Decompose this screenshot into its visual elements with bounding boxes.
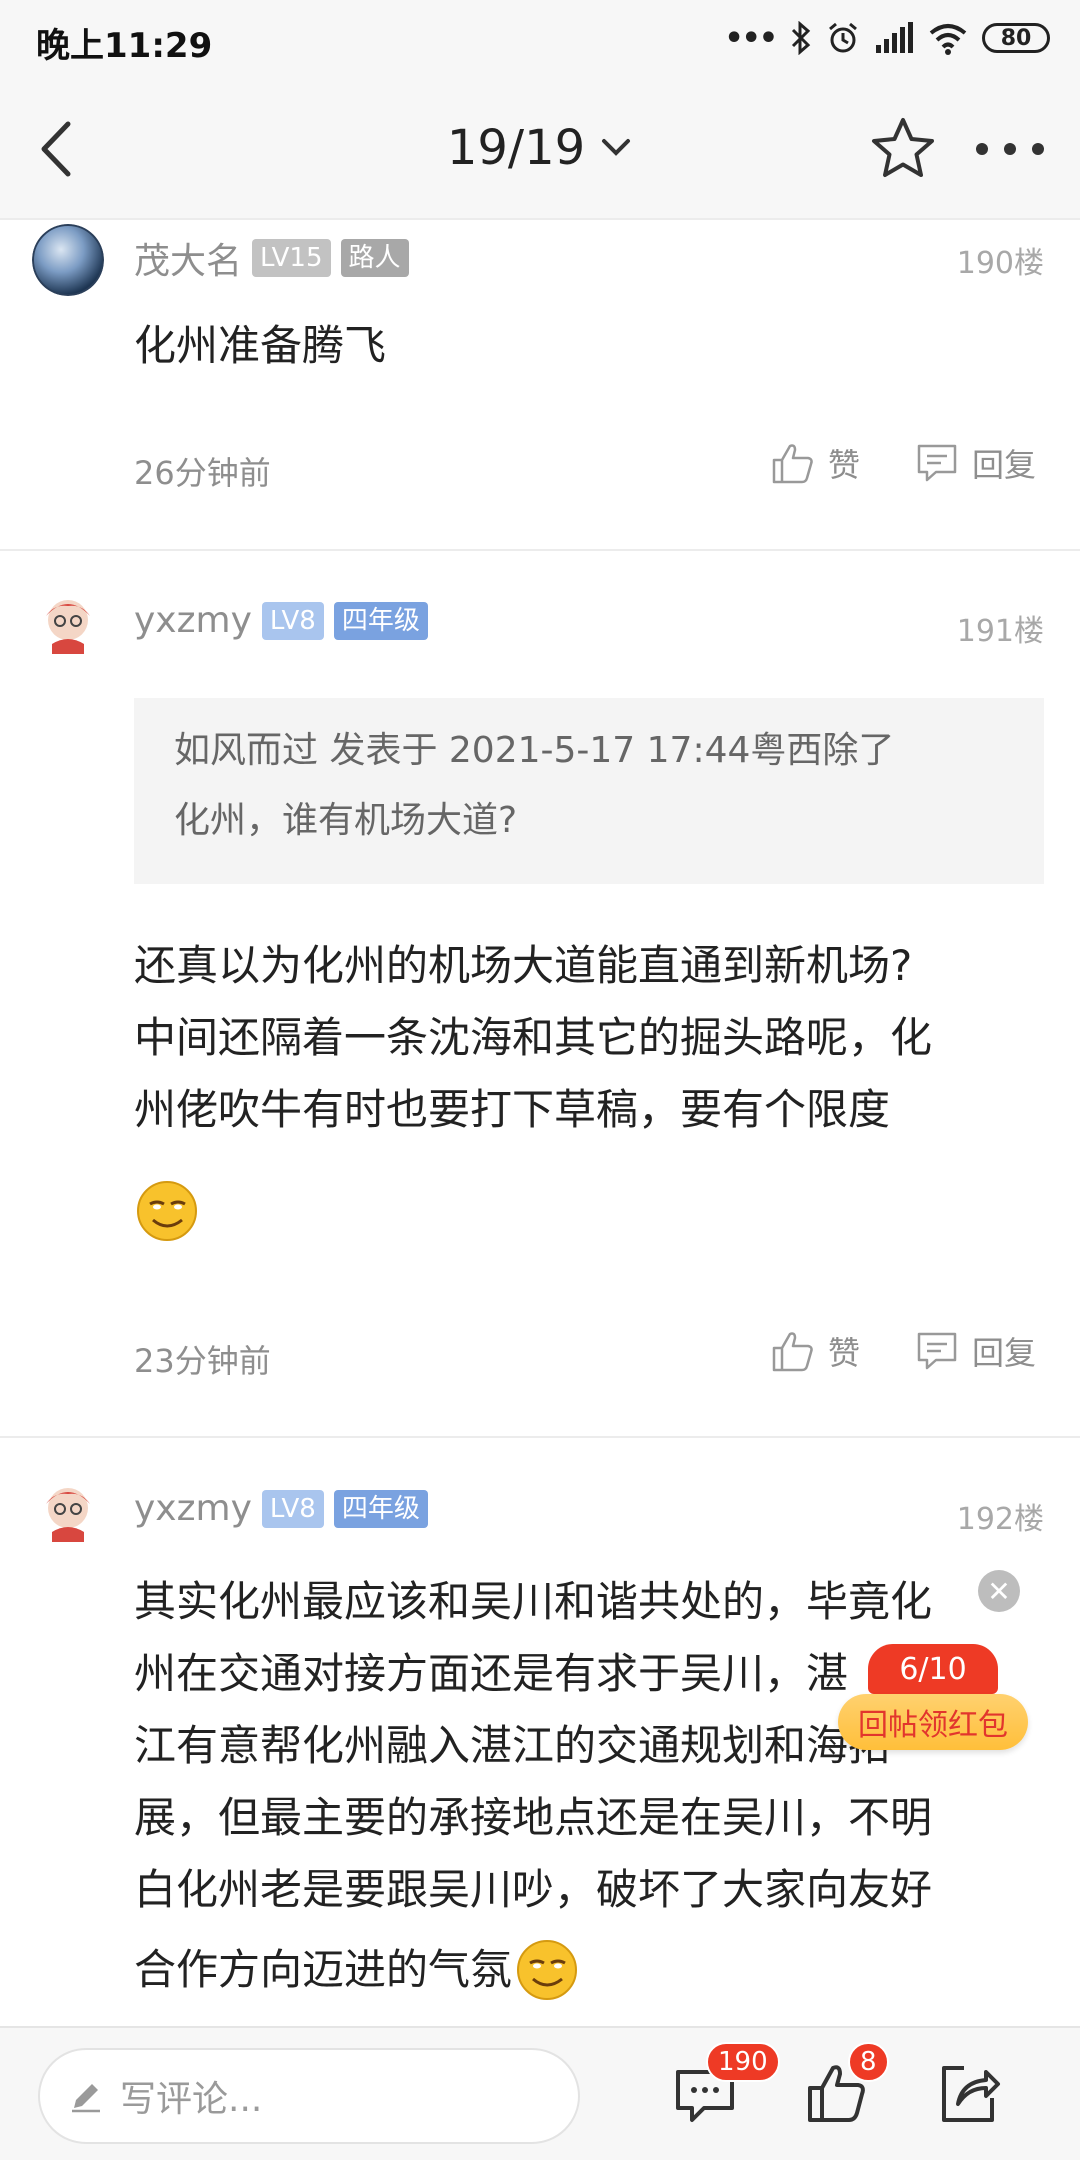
- reply-button[interactable]: 回复: [914, 440, 1036, 486]
- level-badge: LV8: [261, 601, 324, 640]
- thumbs-up-icon: [772, 444, 813, 484]
- username[interactable]: 茂大名: [134, 232, 242, 284]
- reply-icon: [917, 444, 957, 482]
- post-time: 23分钟前: [134, 1342, 271, 1380]
- floor-number: 191楼: [956, 614, 1044, 649]
- reply-label: 回复: [972, 446, 1037, 484]
- quote-line: 如风而过 发表于 2021-5-17 17:44粤西除了: [174, 730, 895, 771]
- comment-input[interactable]: 写评论...: [38, 2048, 580, 2144]
- post-author: yxzmy LV8 四年级: [134, 1488, 428, 1529]
- post-content: 其实化州最应该和吴川和谐共处的，毕竟化 州在交通对接方面还是有求于吴川，湛 江有…: [134, 1566, 1064, 2006]
- avatar[interactable]: [32, 590, 104, 662]
- post-content: 化州准备腾飞: [134, 321, 387, 370]
- page-indicator: 19/19: [446, 120, 586, 176]
- pencil-icon: [72, 2084, 100, 2113]
- like-label: 赞: [828, 446, 861, 484]
- content-line: 中间还隔着一条沈海和其它的掘头路呢，化: [134, 1013, 933, 1062]
- like-count-badge: 8: [848, 2042, 889, 2082]
- reply-label: 回复: [972, 1334, 1037, 1372]
- rank-badge: 四年级: [333, 1489, 428, 1528]
- content-line-with-emoji: 合作方向迈进的气氛: [134, 1934, 1064, 2006]
- thumbs-up-icon: [772, 1332, 813, 1372]
- wifi-icon: [929, 24, 967, 55]
- share-icon[interactable]: [934, 2058, 1004, 2128]
- content-line: 白化州老是要跟吴川吵，破坏了大家向友好: [134, 1865, 933, 1914]
- content-line: 展，但最主要的承接地点还是在吴川，不明: [134, 1793, 933, 1842]
- avatar[interactable]: [32, 224, 104, 296]
- status-bar: 晚上11:29 ••• 80: [0, 0, 1080, 76]
- battery-indicator: 80: [982, 23, 1050, 53]
- red-packet-close-button[interactable]: ✕: [978, 1570, 1020, 1612]
- like-button[interactable]: 赞: [770, 440, 860, 486]
- content-line: 其实化州最应该和吴川和谐共处的，毕竟化: [134, 1577, 933, 1626]
- notification-dots-icon: •••: [724, 20, 778, 56]
- post-author: yxzmy LV8 四年级: [134, 600, 428, 641]
- bottom-bar: 写评论... 190 8: [0, 2026, 1080, 2160]
- post-content: 还真以为化州的机场大道能直通到新机场? 中间还隔着一条沈海和其它的掘头路呢，化 …: [134, 930, 1064, 1146]
- rank-badge: 四年级: [333, 601, 428, 640]
- smile-emoji-icon: [517, 1940, 578, 2000]
- post-author: 茂大名 LV15 路人: [134, 232, 409, 284]
- level-badge: LV15: [252, 239, 331, 277]
- quote-line: 化州，谁有机场大道?: [174, 800, 518, 841]
- reply-icon: [917, 1332, 957, 1370]
- floor-number: 192楼: [956, 1502, 1044, 1537]
- username[interactable]: yxzmy: [134, 1488, 252, 1529]
- red-packet-button[interactable]: 回帖领红包: [838, 1694, 1028, 1750]
- divider: [0, 1436, 1080, 1438]
- more-dots-icon[interactable]: [970, 114, 1050, 184]
- quoted-post[interactable]: 如风而过 发表于 2021-5-17 17:44粤西除了 化州，谁有机场大道?: [134, 698, 1044, 884]
- content-line: 还真以为化州的机场大道能直通到新机场?: [134, 941, 913, 990]
- divider: [0, 549, 1080, 551]
- star-icon[interactable]: [868, 114, 938, 184]
- like-button[interactable]: 赞: [770, 1328, 860, 1374]
- comment-count-badge: 190: [706, 2042, 780, 2082]
- alarm-icon: [829, 22, 857, 53]
- title-bar: 19/19: [0, 76, 1080, 220]
- comment-placeholder: 写评论...: [120, 2079, 263, 2120]
- bluetooth-icon: [791, 21, 811, 55]
- status-time: 晚上11:29: [36, 26, 213, 66]
- reply-button[interactable]: 回复: [914, 1328, 1036, 1374]
- rank-badge: 路人: [340, 239, 409, 277]
- status-icons: ••• 80: [724, 16, 1050, 60]
- post-time: 26分钟前: [134, 454, 271, 492]
- level-badge: LV8: [261, 1489, 324, 1528]
- chevron-down-icon: [602, 139, 631, 156]
- content-line: 合作方向迈进的气氛: [134, 1945, 513, 1994]
- username[interactable]: yxzmy: [134, 600, 252, 641]
- smile-emoji-icon: [137, 1181, 197, 1241]
- signal-icon: [876, 22, 913, 53]
- red-packet-count[interactable]: 6/10: [868, 1644, 998, 1694]
- back-arrow-icon[interactable]: [26, 114, 96, 184]
- avatar[interactable]: [32, 1478, 104, 1550]
- content-line: 州佬吹牛有时也要打下草稿，要有个限度: [134, 1085, 891, 1134]
- like-label: 赞: [828, 1334, 861, 1372]
- floor-number: 190楼: [956, 246, 1044, 281]
- page-selector[interactable]: 19/19: [420, 112, 660, 184]
